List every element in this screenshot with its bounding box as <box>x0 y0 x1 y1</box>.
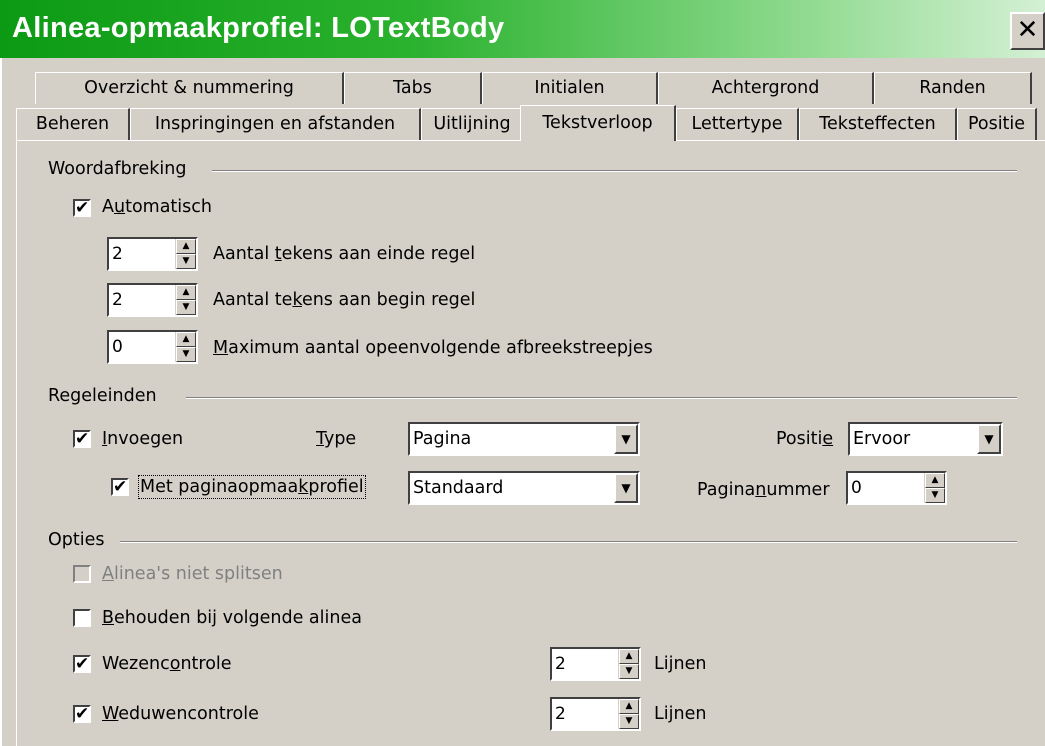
page-number-stepper[interactable]: 0 ▲ ▼ <box>846 471 947 505</box>
keep-with-next-checkbox[interactable] <box>73 609 91 627</box>
type-select[interactable]: Pagina ▼ <box>408 422 640 456</box>
breaks-group-label: Regeleinden <box>48 386 165 406</box>
widow-lines-value: 2 <box>555 704 566 724</box>
orphan-lines-value: 2 <box>555 654 566 674</box>
tab-organizer[interactable]: Beheren <box>16 108 130 140</box>
widow-control-checkbox[interactable]: ✔ <box>73 705 91 723</box>
page-number-label: Paginanummer <box>697 480 830 500</box>
options-group-label: Opties <box>48 530 113 550</box>
widow-control-label: Weduwencontrole <box>102 704 259 724</box>
with-page-style-label: Met paginaopmaakprofiel <box>138 475 366 499</box>
chars-end-label: Aantal tekens aan einde regel <box>213 244 476 264</box>
spin-down-icon[interactable]: ▼ <box>176 254 196 269</box>
spin-up-icon[interactable]: ▲ <box>619 649 639 664</box>
page-style-select-value: Standaard <box>413 478 504 498</box>
page-style-select[interactable]: Standaard ▼ <box>408 471 640 505</box>
spin-down-icon[interactable]: ▼ <box>619 714 639 729</box>
checkmark-icon: ✔ <box>113 477 128 497</box>
close-button[interactable]: ✕ <box>1010 12 1045 50</box>
page-number-value: 0 <box>851 478 862 498</box>
breaks-separator <box>186 397 1017 399</box>
chars-begin-value: 2 <box>112 290 123 310</box>
tab-indents-spacing[interactable]: Inspringingen en afstanden <box>130 108 421 140</box>
dont-split-label: Alinea's niet splitsen <box>102 564 283 584</box>
chevron-down-icon[interactable]: ▼ <box>614 473 638 503</box>
hyphenation-separator <box>212 170 1017 172</box>
spin-up-icon[interactable]: ▲ <box>619 699 639 714</box>
checkmark-icon: ✔ <box>75 429 90 449</box>
tab-tabs[interactable]: Tabs <box>344 72 482 104</box>
tab-position[interactable]: Positie <box>957 108 1037 140</box>
tab-font-effects[interactable]: Teksteffecten <box>799 108 957 140</box>
chevron-down-icon[interactable]: ▼ <box>614 424 638 454</box>
widow-lines-unit: Lijnen <box>654 704 707 724</box>
tab-alignment[interactable]: Uitlijning <box>421 108 524 140</box>
max-hyphens-value: 0 <box>112 337 123 357</box>
tab-text-flow[interactable]: Tekstverloop <box>520 105 676 141</box>
hyphenation-group-label: Woordafbreking <box>48 159 195 179</box>
orphan-lines-unit: Lijnen <box>654 654 707 674</box>
chevron-down-icon[interactable]: ▼ <box>977 424 1001 454</box>
type-select-value: Pagina <box>413 429 472 449</box>
widow-lines-stepper[interactable]: 2 ▲ ▼ <box>550 697 641 731</box>
spin-down-icon[interactable]: ▼ <box>619 664 639 679</box>
position-select[interactable]: Ervoor ▼ <box>848 422 1003 456</box>
options-separator <box>120 541 1017 543</box>
chars-end-value: 2 <box>112 244 123 264</box>
spin-up-icon[interactable]: ▲ <box>176 285 196 300</box>
checkmark-icon: ✔ <box>75 654 90 674</box>
checkmark-icon: ✔ <box>75 198 90 218</box>
orphan-lines-stepper[interactable]: 2 ▲ ▼ <box>550 647 641 681</box>
automatic-checkbox[interactable]: ✔ <box>73 199 91 217</box>
automatic-label: Automatisch <box>102 197 212 217</box>
orphan-control-label: Wezencontrole <box>102 654 232 674</box>
tab-drop-caps[interactable]: Initialen <box>482 72 658 104</box>
spin-up-icon[interactable]: ▲ <box>176 239 196 254</box>
window-title: Alinea-opmaakprofiel: LOTextBody <box>12 12 505 44</box>
spin-up-icon[interactable]: ▲ <box>925 473 945 488</box>
dont-split-checkbox[interactable] <box>73 565 91 583</box>
spin-down-icon[interactable]: ▼ <box>925 488 945 503</box>
chars-end-stepper[interactable]: 2 ▲ ▼ <box>107 237 198 271</box>
spin-up-icon[interactable]: ▲ <box>176 332 196 347</box>
chars-begin-label: Aantal tekens aan begin regel <box>213 290 476 310</box>
checkmark-icon: ✔ <box>75 704 90 724</box>
keep-with-next-label: Behouden bij volgende alinea <box>102 608 362 628</box>
insert-break-label: Invoegen <box>102 429 184 449</box>
insert-break-checkbox[interactable]: ✔ <box>73 430 91 448</box>
max-hyphens-stepper[interactable]: 0 ▲ ▼ <box>107 330 198 364</box>
tab-borders[interactable]: Randen <box>874 72 1032 104</box>
position-select-value: Ervoor <box>853 429 911 449</box>
max-hyphens-label: Maximum aantal opeenvolgende afbreekstre… <box>213 338 653 358</box>
chars-begin-stepper[interactable]: 2 ▲ ▼ <box>107 283 198 317</box>
tab-font[interactable]: Lettertype <box>676 108 799 140</box>
orphan-control-checkbox[interactable]: ✔ <box>73 655 91 673</box>
tab-outline-numbering[interactable]: Overzicht & nummering <box>35 72 344 104</box>
close-icon: ✕ <box>1016 15 1039 45</box>
spin-down-icon[interactable]: ▼ <box>176 300 196 315</box>
with-page-style-checkbox[interactable]: ✔ <box>111 478 129 496</box>
type-label: Type <box>316 429 357 449</box>
dialog-edge <box>0 58 2 746</box>
tab-background[interactable]: Achtergrond <box>658 72 874 104</box>
position-label: Positie <box>776 429 834 449</box>
spin-down-icon[interactable]: ▼ <box>176 347 196 362</box>
